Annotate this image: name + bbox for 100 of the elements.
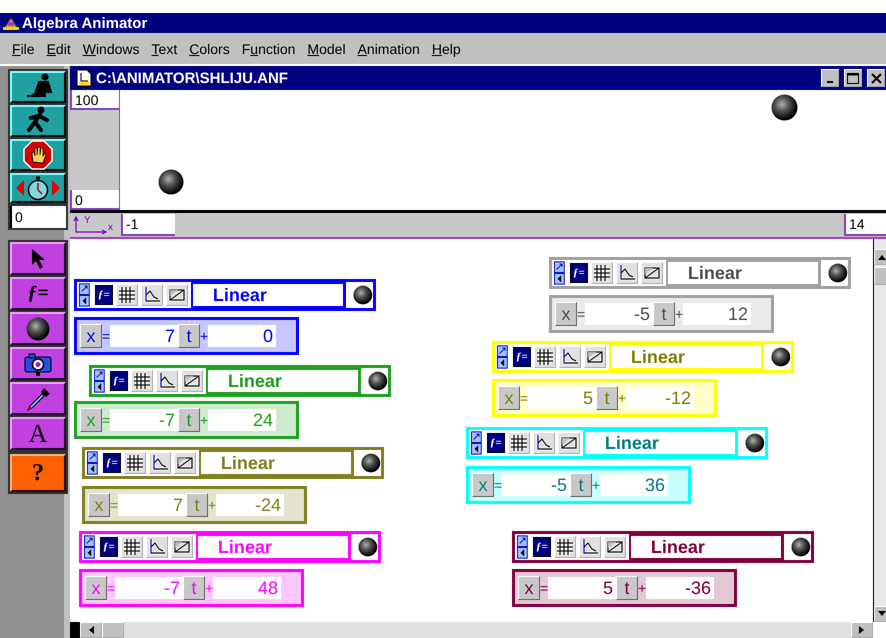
stopwatch-icon: [15, 175, 61, 201]
grid-icon: [508, 433, 529, 453]
function-name-field[interactable]: Linear: [608, 344, 764, 370]
shape-button[interactable]: [170, 536, 193, 558]
constant-field[interactable]: -12: [626, 387, 694, 409]
shape-button[interactable]: [166, 284, 188, 306]
table-button[interactable]: [130, 370, 153, 392]
graph-button[interactable]: [558, 346, 581, 368]
minimize-button[interactable]: [821, 69, 839, 87]
table-button[interactable]: [120, 536, 143, 558]
menu-item[interactable]: Text: [146, 40, 184, 56]
formula-button[interactable]: ƒ=: [110, 371, 128, 391]
shape-button[interactable]: [640, 262, 663, 284]
ball: [158, 169, 184, 195]
formula-button[interactable]: ƒ=: [486, 433, 505, 453]
function-name-field[interactable]: Linear: [190, 282, 346, 308]
y-min-field[interactable]: 0: [70, 190, 119, 210]
menu-item[interactable]: Function: [236, 40, 302, 56]
coefficient-field[interactable]: -5: [585, 303, 653, 325]
timer-step-button[interactable]: [10, 173, 66, 203]
menu-item[interactable]: Colors: [183, 40, 236, 56]
table-button[interactable]: [508, 432, 530, 454]
constant-field[interactable]: 0: [208, 325, 276, 347]
formula-button[interactable]: ƒ=: [102, 453, 121, 473]
constant-field[interactable]: 24: [208, 409, 276, 431]
play-slow-button[interactable]: [10, 71, 66, 103]
table-button[interactable]: [116, 284, 138, 306]
menu-item[interactable]: Edit: [40, 40, 77, 56]
pointer-tool-button[interactable]: [10, 242, 66, 275]
formula-button[interactable]: ƒ=: [100, 537, 118, 557]
constant-field[interactable]: 36: [600, 474, 668, 496]
variable-button[interactable]: x: [555, 302, 577, 326]
close-button[interactable]: [867, 69, 885, 87]
menu-item[interactable]: File: [6, 40, 41, 56]
parameter-button[interactable]: t: [616, 576, 638, 600]
parameter-button[interactable]: t: [653, 302, 675, 326]
coefficient-field[interactable]: 7: [118, 494, 186, 516]
variable-button[interactable]: x: [80, 324, 102, 348]
play-button[interactable]: [10, 105, 66, 137]
function-tool-button[interactable]: ƒ=: [10, 277, 66, 310]
help-button[interactable]: ?: [10, 454, 66, 492]
formula-button[interactable]: ƒ=: [532, 537, 551, 557]
coefficient-field[interactable]: 5: [528, 387, 596, 409]
formula-button[interactable]: ƒ=: [94, 285, 113, 305]
table-button[interactable]: [590, 262, 613, 284]
shape-button[interactable]: [604, 536, 626, 558]
function-name-field[interactable]: Linear: [582, 430, 738, 456]
function-name-field[interactable]: Linear: [666, 260, 822, 286]
scroll-down-button[interactable]: [874, 606, 886, 622]
equals-sign: =: [107, 580, 115, 596]
function-name-field[interactable]: Linear: [628, 534, 784, 560]
x-min-field[interactable]: -1: [121, 214, 175, 236]
plus-sign: +: [200, 328, 208, 344]
table-button[interactable]: [554, 536, 576, 558]
shape-button[interactable]: [558, 432, 580, 454]
stop-button[interactable]: [10, 139, 66, 171]
scroll-right-button[interactable]: [851, 622, 873, 638]
constant-field[interactable]: -24: [216, 494, 284, 516]
maximize-icon: [847, 72, 859, 84]
axes-icon: [73, 215, 109, 235]
menu-item[interactable]: Model: [301, 40, 352, 56]
parameter-button[interactable]: t: [178, 324, 200, 348]
graph-button[interactable]: [140, 284, 163, 306]
menu-item[interactable]: Animation: [352, 40, 426, 56]
maximize-button[interactable]: [844, 69, 862, 87]
coefficient-field[interactable]: 5: [548, 577, 616, 599]
graph-button[interactable]: [578, 536, 601, 558]
coefficient-field[interactable]: -5: [502, 474, 570, 496]
variable-button[interactable]: x: [518, 576, 540, 600]
table-button[interactable]: [124, 452, 146, 474]
ball-tool-button[interactable]: [10, 312, 66, 345]
shape-button[interactable]: [180, 370, 203, 392]
menu-item[interactable]: Help: [426, 40, 467, 56]
text-tool-button[interactable]: A: [10, 417, 66, 450]
coefficient-field[interactable]: 7: [110, 325, 178, 347]
table-button[interactable]: [534, 346, 556, 368]
x-max-field[interactable]: 14: [844, 214, 886, 236]
y-max-field[interactable]: 100: [70, 90, 119, 110]
color-tool-button[interactable]: [10, 382, 66, 415]
scroll-up-button[interactable]: [874, 249, 886, 265]
graph-button[interactable]: [156, 370, 178, 392]
graph-button[interactable]: [616, 262, 638, 284]
function-name-field[interactable]: Linear: [198, 450, 354, 476]
function-name-field[interactable]: Linear: [206, 368, 362, 394]
formula-button[interactable]: ƒ=: [570, 263, 588, 283]
constant-field[interactable]: 12: [683, 303, 751, 325]
shape-button[interactable]: [584, 346, 606, 368]
scroll-thumb[interactable]: [102, 622, 124, 638]
graph-button[interactable]: [532, 432, 555, 454]
timer-field[interactable]: 0: [10, 206, 66, 228]
menu-item[interactable]: Windows: [76, 40, 146, 56]
graph-button[interactable]: [146, 536, 168, 558]
formula-button[interactable]: ƒ=: [512, 347, 531, 367]
camera-tool-button[interactable]: [10, 347, 66, 380]
shape-button[interactable]: [174, 452, 196, 474]
scroll-thumb[interactable]: [874, 267, 886, 285]
coefficient-field[interactable]: -7: [110, 409, 178, 431]
scroll-left-button[interactable]: [80, 622, 102, 638]
graph-button[interactable]: [148, 452, 171, 474]
constant-field[interactable]: -36: [646, 577, 714, 599]
